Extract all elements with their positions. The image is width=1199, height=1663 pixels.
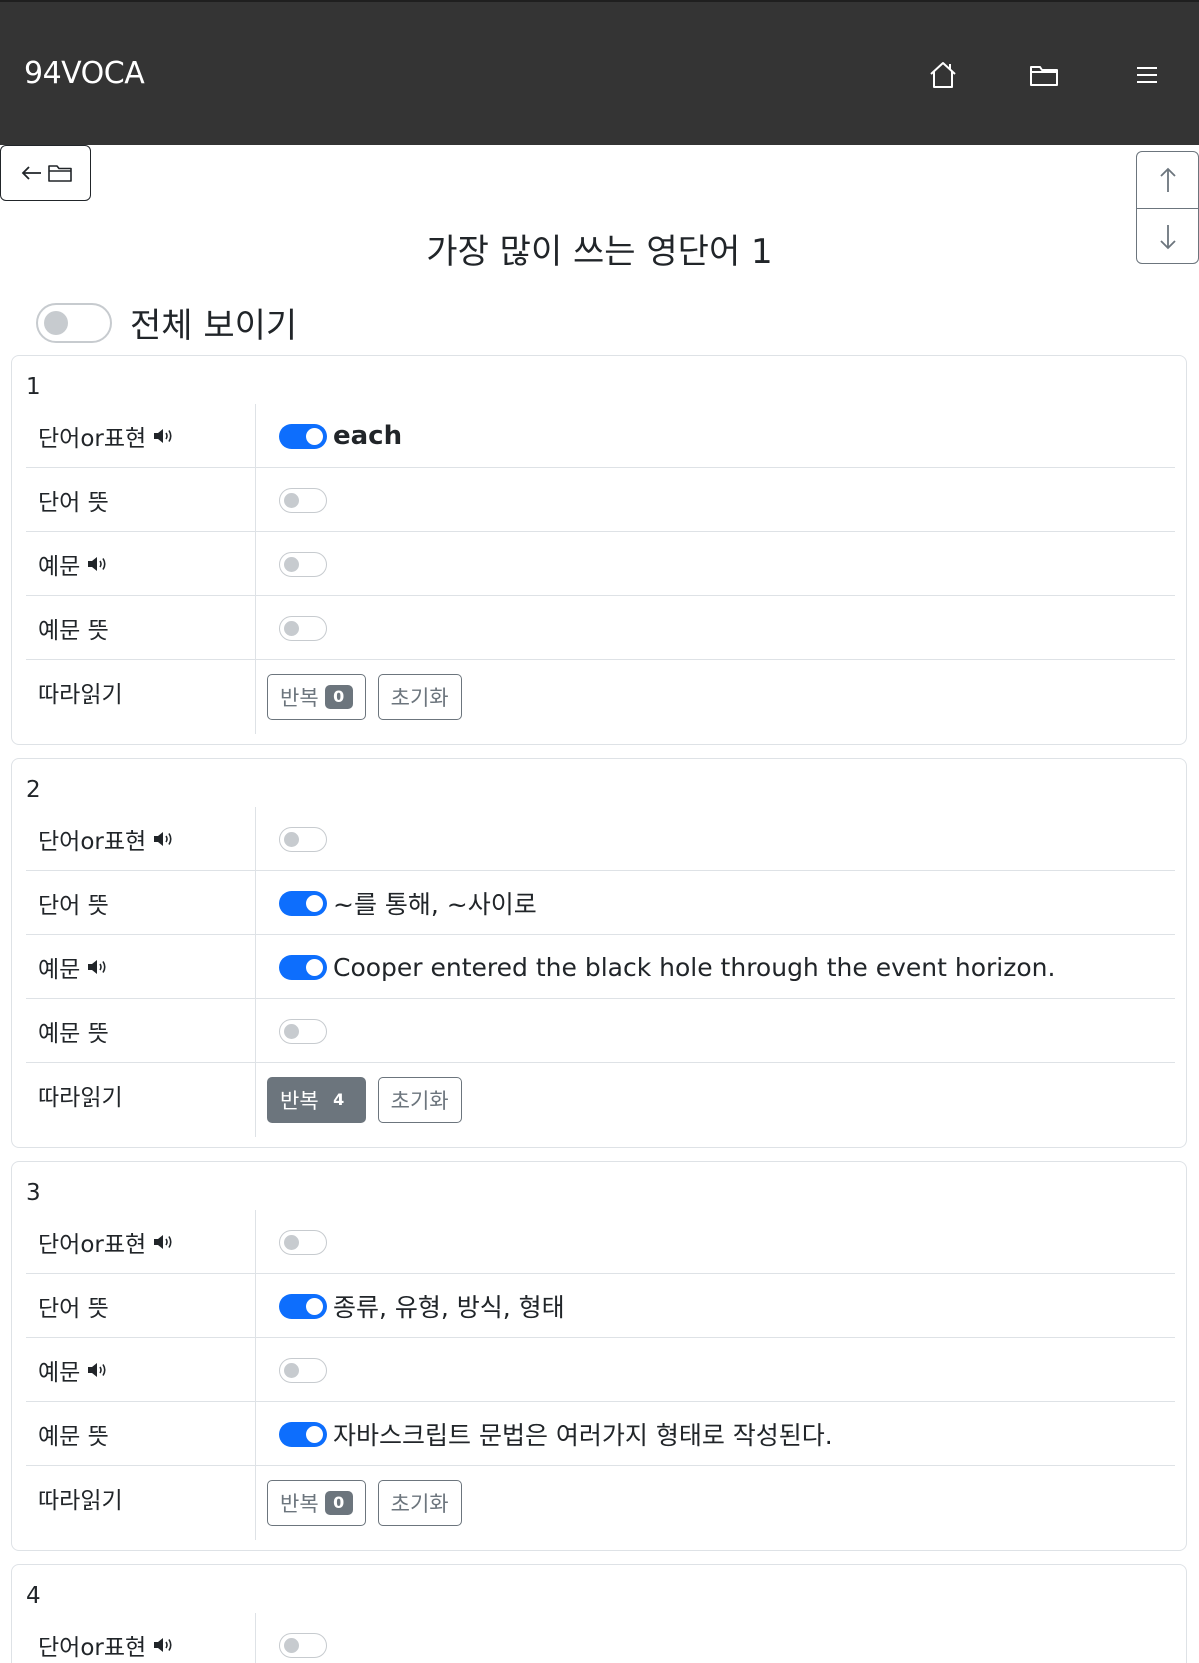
word-row: 단어or표현 each: [26, 404, 1175, 468]
word-meaning-row: 단어 뜻 ~를 통해, ~사이로: [26, 871, 1175, 935]
show-all-toggle-row: 전체 보이기: [36, 298, 297, 347]
reset-button[interactable]: 초기화: [377, 674, 462, 720]
card-number: 4: [26, 1583, 41, 1609]
word-meaning-text: 종류, 유형, 방식, 형태: [333, 1293, 565, 1322]
word-switch[interactable]: [279, 1229, 327, 1255]
show-all-switch[interactable]: [36, 302, 112, 343]
word-text: each: [333, 421, 403, 451]
word-switch[interactable]: [279, 1632, 327, 1658]
word-label: 단어or표현: [38, 807, 174, 871]
word-row: 단어or표현: [26, 807, 1175, 871]
word-card: 3 단어or표현 단어 뜻 종류, 유형, 방식, 형태 예문 예문 뜻 자바스…: [11, 1161, 1187, 1551]
shadowing-row: 따라읽기 반복 0 초기화: [26, 660, 1175, 734]
word-card: 2 단어or표현 단어 뜻 ~를 통해, ~사이로 예문 Cooper ente…: [11, 758, 1187, 1148]
speaker-icon[interactable]: [86, 958, 108, 976]
arrow-up-icon: [1159, 167, 1176, 192]
example-row: 예문 Cooper entered the black hole through…: [26, 935, 1175, 999]
word-label: 단어or표현: [38, 404, 174, 468]
example-text: Cooper entered the black hole through th…: [333, 952, 1056, 982]
example-meaning-row: 예문 뜻: [26, 596, 1175, 660]
word-label: 단어or표현: [38, 1613, 174, 1663]
repeat-button[interactable]: 반복 0: [267, 674, 366, 720]
example-meaning-switch[interactable]: [279, 615, 327, 641]
word-meaning-row: 단어 뜻: [26, 468, 1175, 532]
folder-icon[interactable]: [1026, 57, 1062, 93]
card-number: 2: [26, 777, 41, 803]
word-meaning-text: ~를 통해, ~사이로: [333, 890, 537, 919]
speaker-icon[interactable]: [152, 427, 174, 445]
example-switch[interactable]: [279, 1357, 327, 1383]
example-row: 예문: [26, 532, 1175, 596]
show-all-label: 전체 보이기: [130, 306, 298, 346]
speaker-icon[interactable]: [86, 1361, 108, 1379]
brand-logo[interactable]: 94VOCA: [24, 56, 145, 91]
word-meaning-row: 단어 뜻 종류, 유형, 방식, 형태: [26, 1274, 1175, 1338]
word-switch[interactable]: [279, 826, 327, 852]
example-row: 예문: [26, 1338, 1175, 1402]
repeat-count-badge: 4: [333, 1090, 345, 1109]
shadowing-label: 따라읽기: [38, 1085, 123, 1111]
word-meaning-switch[interactable]: [279, 890, 327, 916]
example-meaning-label: 예문 뜻: [38, 1021, 109, 1047]
word-card: 1 단어or표현 each 단어 뜻 예문 예문 뜻 따라읽기 반복 0 초기화: [11, 355, 1187, 745]
word-meaning-label: 단어 뜻: [38, 1296, 109, 1322]
speaker-icon[interactable]: [152, 1233, 174, 1251]
example-label: 예문: [38, 1338, 108, 1402]
page-title: 가장 많이 쓰는 영단어 1: [0, 224, 1199, 273]
speaker-icon[interactable]: [152, 1636, 174, 1654]
example-meaning-row: 예문 뜻: [26, 999, 1175, 1063]
shadowing-row: 따라읽기 반복 4 초기화: [26, 1063, 1175, 1137]
example-switch[interactable]: [279, 954, 327, 980]
word-row: 단어or표현: [26, 1613, 1175, 1663]
word-label: 단어or표현: [38, 1210, 174, 1274]
speaker-icon[interactable]: [152, 830, 174, 848]
word-row: 단어or표현: [26, 1210, 1175, 1274]
word-meaning-label: 단어 뜻: [38, 893, 109, 919]
word-meaning-switch[interactable]: [279, 487, 327, 513]
shadowing-label: 따라읽기: [38, 1488, 123, 1514]
card-number: 1: [26, 374, 41, 400]
scroll-up-button[interactable]: [1137, 152, 1198, 208]
word-switch[interactable]: [279, 423, 327, 449]
speaker-icon[interactable]: [86, 555, 108, 573]
reset-button[interactable]: 초기화: [377, 1480, 462, 1526]
word-meaning-label: 단어 뜻: [38, 490, 109, 516]
page-title-text: 가장 많이 쓰는 영단어 1: [426, 232, 773, 272]
example-meaning-switch[interactable]: [279, 1018, 327, 1044]
arrow-left-icon: [21, 166, 41, 180]
top-navbar: 94VOCA: [0, 0, 1199, 145]
example-switch[interactable]: [279, 551, 327, 577]
folder-icon: [47, 165, 72, 182]
repeat-count-badge: 0: [324, 1491, 353, 1515]
home-icon[interactable]: [925, 57, 961, 93]
example-meaning-text: 자바스크립트 문법은 여러가지 형태로 작성된다.: [333, 1421, 833, 1450]
reset-button[interactable]: 초기화: [377, 1077, 462, 1123]
example-meaning-label: 예문 뜻: [38, 618, 109, 644]
shadowing-row: 따라읽기 반복 0 초기화: [26, 1466, 1175, 1540]
example-label: 예문: [38, 935, 108, 999]
example-label: 예문: [38, 532, 108, 596]
shadowing-label: 따라읽기: [38, 682, 123, 708]
example-meaning-switch[interactable]: [279, 1421, 327, 1447]
example-meaning-row: 예문 뜻 자바스크립트 문법은 여러가지 형태로 작성된다.: [26, 1402, 1175, 1466]
repeat-count-badge: 0: [324, 685, 353, 709]
word-card: 4 단어or표현: [11, 1564, 1187, 1663]
repeat-button[interactable]: 반복 4: [267, 1077, 366, 1123]
example-meaning-label: 예문 뜻: [38, 1424, 109, 1450]
card-number: 3: [26, 1180, 41, 1206]
word-meaning-switch[interactable]: [279, 1293, 327, 1319]
repeat-button[interactable]: 반복 0: [267, 1480, 366, 1526]
menu-icon[interactable]: [1129, 57, 1165, 93]
back-to-folder-button[interactable]: [0, 145, 91, 201]
